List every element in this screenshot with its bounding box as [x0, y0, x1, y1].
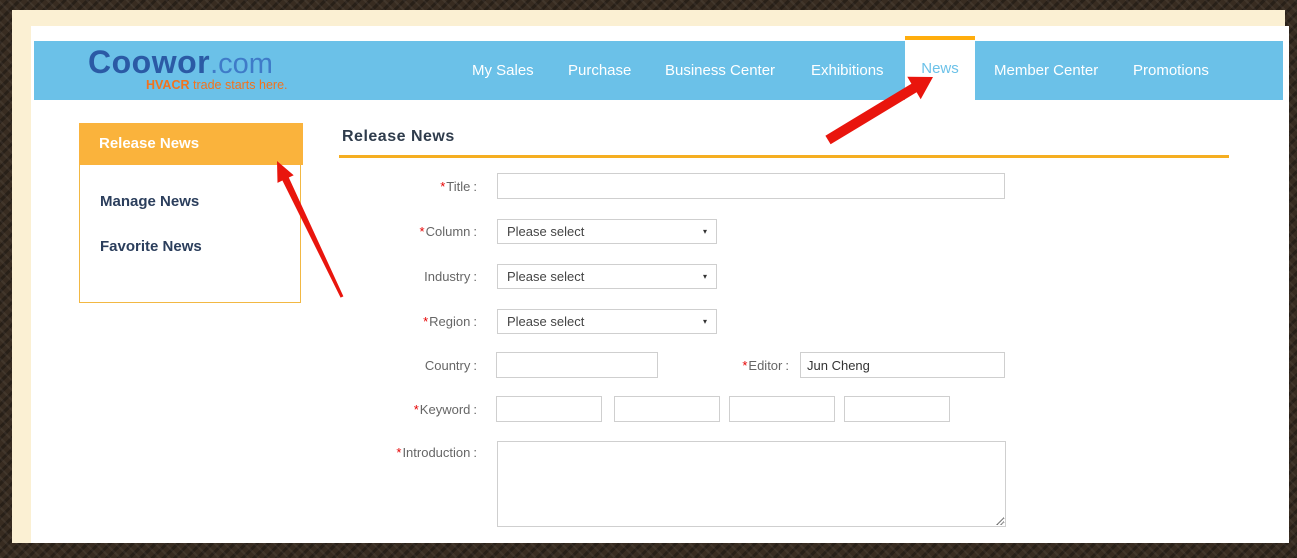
required-asterisk: * — [423, 314, 428, 329]
column-select-value: Please select — [507, 224, 584, 239]
required-asterisk: * — [414, 402, 419, 417]
editor-label: *Editor: — [701, 352, 789, 379]
keyword-label: *Keyword: — [31, 396, 477, 423]
keyword-input-3[interactable] — [729, 396, 835, 422]
required-asterisk: * — [420, 224, 425, 239]
region-select[interactable]: Please select ▾ — [497, 309, 717, 334]
chevron-down-icon: ▾ — [703, 265, 707, 289]
keyword-input-4[interactable] — [844, 396, 950, 422]
form-row-introduction: *Introduction: — [31, 441, 1031, 531]
form-row-keyword: *Keyword: — [31, 396, 1031, 423]
introduction-textarea[interactable] — [497, 441, 1006, 527]
required-asterisk: * — [396, 445, 401, 460]
industry-label: Industry: — [31, 264, 477, 289]
keyword-input-1[interactable] — [496, 396, 602, 422]
page-body: Coowor.com HVACR trade starts here. My S… — [31, 26, 1289, 543]
nav-item-purchase[interactable]: Purchase — [568, 41, 631, 100]
page-frame: Coowor.com HVACR trade starts here. My S… — [12, 10, 1285, 543]
nav-item-exhibitions[interactable]: Exhibitions — [811, 41, 884, 100]
title-label: *Title: — [31, 173, 477, 200]
editor-input[interactable] — [800, 352, 1005, 378]
required-asterisk: * — [742, 358, 747, 373]
introduction-field-wrap — [497, 441, 1006, 527]
nav-item-member-center[interactable]: Member Center — [994, 41, 1098, 100]
country-label: Country: — [31, 352, 477, 379]
column-select[interactable]: Please select ▾ — [497, 219, 717, 244]
required-asterisk: * — [440, 179, 445, 194]
region-label: *Region: — [31, 309, 477, 334]
page-title: Release News — [342, 128, 455, 146]
introduction-label: *Introduction: — [31, 445, 477, 461]
chevron-down-icon: ▾ — [703, 310, 707, 334]
form-row-region: *Region: Please select ▾ — [31, 309, 1031, 336]
sidebar-item-release-news[interactable]: Release News — [79, 123, 303, 165]
chevron-down-icon: ▾ — [703, 220, 707, 244]
coowor-logo[interactable]: Coowor.com HVACR trade starts here. — [88, 44, 288, 92]
nav-item-business-center[interactable]: Business Center — [665, 41, 775, 100]
form-row-title: *Title: — [31, 173, 1031, 200]
form-row-industry: Industry: Please select ▾ — [31, 264, 1031, 291]
title-underline — [339, 155, 1229, 158]
industry-select-value: Please select — [507, 269, 584, 284]
nav-item-my-sales[interactable]: My Sales — [472, 41, 534, 100]
form-row-column: *Column: Please select ▾ — [31, 219, 1031, 246]
logo-brand-text: Coowor — [88, 44, 210, 80]
region-select-value: Please select — [507, 314, 584, 329]
industry-select[interactable]: Please select ▾ — [497, 264, 717, 289]
tagline-rest: trade starts here. — [190, 78, 288, 92]
nav-item-news-active[interactable]: News — [905, 36, 975, 100]
column-label: *Column: — [31, 219, 477, 244]
logo-tagline: HVACR trade starts here. — [146, 78, 288, 92]
logo-tld-text: .com — [210, 48, 273, 80]
nav-item-promotions[interactable]: Promotions — [1133, 41, 1209, 100]
country-input[interactable] — [496, 352, 658, 378]
top-navigation-bar: Coowor.com HVACR trade starts here. My S… — [34, 41, 1283, 100]
form-row-country-editor: Country: *Editor: — [31, 352, 1031, 379]
tagline-hvacr: HVACR — [146, 78, 190, 92]
keyword-input-2[interactable] — [614, 396, 720, 422]
title-input[interactable] — [497, 173, 1005, 199]
